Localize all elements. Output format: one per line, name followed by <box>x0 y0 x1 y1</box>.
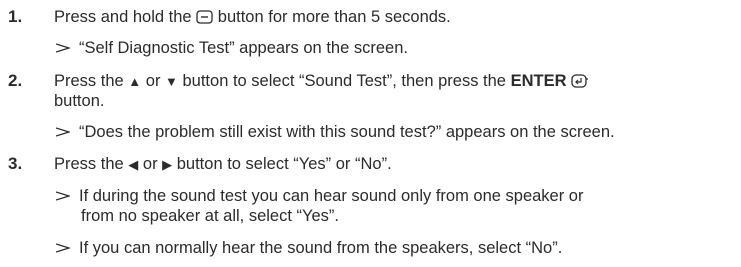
step-1-text-b: button for more than 5 seconds. <box>217 8 451 26</box>
step-3-note-1: If during the sound test you can hear so… <box>56 186 583 206</box>
step-3-note-2: If you can normally hear the sound from … <box>56 238 562 258</box>
down-arrow-icon: ▼ <box>165 74 178 89</box>
left-arrow-icon: ◀ <box>128 157 139 172</box>
step-2-text: Press the ▲ or ▼ button to select “Sound… <box>54 71 589 92</box>
enter-button-label: ENTER <box>510 72 567 90</box>
arrow-right-icon <box>56 127 70 137</box>
step-1-note: “Self Diagnostic Test” appears on the sc… <box>56 38 408 58</box>
minus-button-icon <box>196 10 213 24</box>
arrow-right-icon <box>56 243 70 253</box>
step-2-note: “Does the problem still exist with this … <box>56 122 615 142</box>
step-3-text-b: or <box>142 155 158 173</box>
arrow-right-icon <box>56 43 70 53</box>
step-2-note-text: “Does the problem still exist with this … <box>79 123 615 141</box>
right-arrow-icon: ▶ <box>162 157 173 172</box>
step-3-note-1-line-1: If during the sound test you can hear so… <box>79 187 584 205</box>
instruction-document: 1. Press and hold the button for more th… <box>0 0 741 267</box>
step-3-text-a: Press the <box>54 155 124 173</box>
step-1-text-a: Press and hold the <box>54 8 192 26</box>
step-3-note-2-text: If you can normally hear the sound from … <box>79 239 563 257</box>
step-2-text-c: button to select “Sound Test”, then pres… <box>182 72 506 90</box>
enter-icon <box>571 74 589 88</box>
step-3-text-c: button to select “Yes” or “No”. <box>176 155 392 173</box>
arrow-right-icon <box>56 191 70 201</box>
step-1-number: 1. <box>8 7 23 26</box>
up-arrow-icon: ▲ <box>128 74 142 89</box>
step-2-text-a: Press the <box>54 72 124 90</box>
step-2-text-b: or <box>145 72 161 90</box>
step-3-note-1-line-2: from no speaker at all, select “Yes”. <box>81 207 340 225</box>
step-3-number: 3. <box>8 154 23 173</box>
step-1-text: Press and hold the button for more than … <box>54 7 451 27</box>
step-3-text: Press the ◀ or ▶ button to select “Yes” … <box>54 154 392 175</box>
step-2-number: 2. <box>8 71 23 90</box>
step-2-text-d: button. <box>54 92 105 110</box>
step-1-note-text: “Self Diagnostic Test” appears on the sc… <box>79 39 408 57</box>
